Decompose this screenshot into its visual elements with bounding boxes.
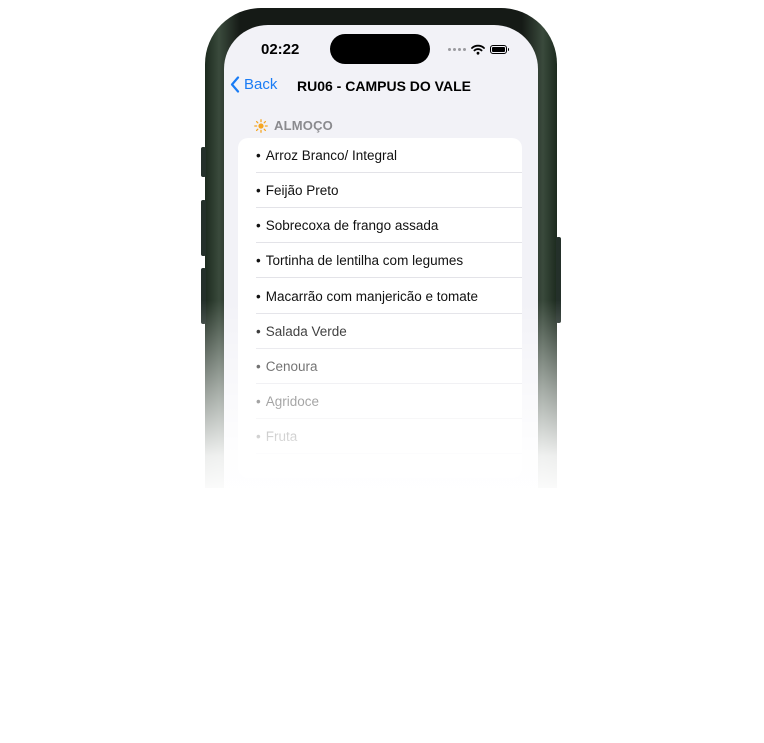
list-item: • Sobrecoxa de frango assada (256, 208, 522, 243)
list-item-label: Fruta (265, 428, 298, 444)
menu-list: • Arroz Branco/ Integral • Feijão Preto • S… (238, 138, 522, 478)
section-label: ALMOÇO (274, 118, 333, 133)
list-item: • Macarrão com manjericão e tomate (256, 279, 522, 314)
list-item: • Fruta (256, 419, 522, 454)
power-button (556, 237, 561, 323)
wifi-icon (471, 44, 485, 55)
list-item: • Tortinha de lentilha com legumes (256, 243, 522, 278)
navigation-bar: Back RU06 - CAMPUS DO VALE (224, 75, 538, 97)
list-item: • Feijão Preto (256, 173, 522, 208)
back-button[interactable]: Back (230, 76, 277, 93)
volume-up-button (201, 200, 206, 256)
list-item-label: Salada Verde (265, 323, 347, 339)
list-item-label: Arroz Branco/ Integral (265, 147, 398, 163)
list-item-label: Macarrão com manjericão e tomate (265, 288, 479, 304)
back-label: Back (244, 76, 278, 93)
list-item-label: Cenoura (265, 358, 318, 374)
signal-icon (448, 47, 466, 51)
list-item-label: Agridoce (265, 393, 320, 409)
phone-screen: 02:22 Back RU06 - CAMPUS DO VALE ALMOÇO … (224, 25, 538, 495)
battery-icon (490, 44, 509, 54)
list-item: • Salada Verde (256, 314, 522, 349)
status-icons (448, 42, 509, 56)
status-time: 02:22 (261, 41, 300, 58)
list-item: • Cenoura (256, 349, 522, 384)
list-item-label: Tortinha de lentilha com legumes (265, 252, 464, 268)
chevron-left-icon (230, 76, 240, 93)
dynamic-island (330, 34, 430, 64)
volume-down-button (201, 268, 206, 324)
silent-switch (201, 147, 206, 177)
list-item: • Agridoce (256, 384, 522, 419)
page-title: RU06 - CAMPUS DO VALE (297, 78, 471, 94)
list-item: • Arroz Branco/ Integral (256, 138, 522, 173)
list-item-label: Sobrecoxa de frango assada (265, 217, 439, 233)
sun-icon (254, 118, 268, 133)
list-item-label: Feijão Preto (265, 182, 339, 198)
section-header: ALMOÇO (254, 118, 333, 133)
